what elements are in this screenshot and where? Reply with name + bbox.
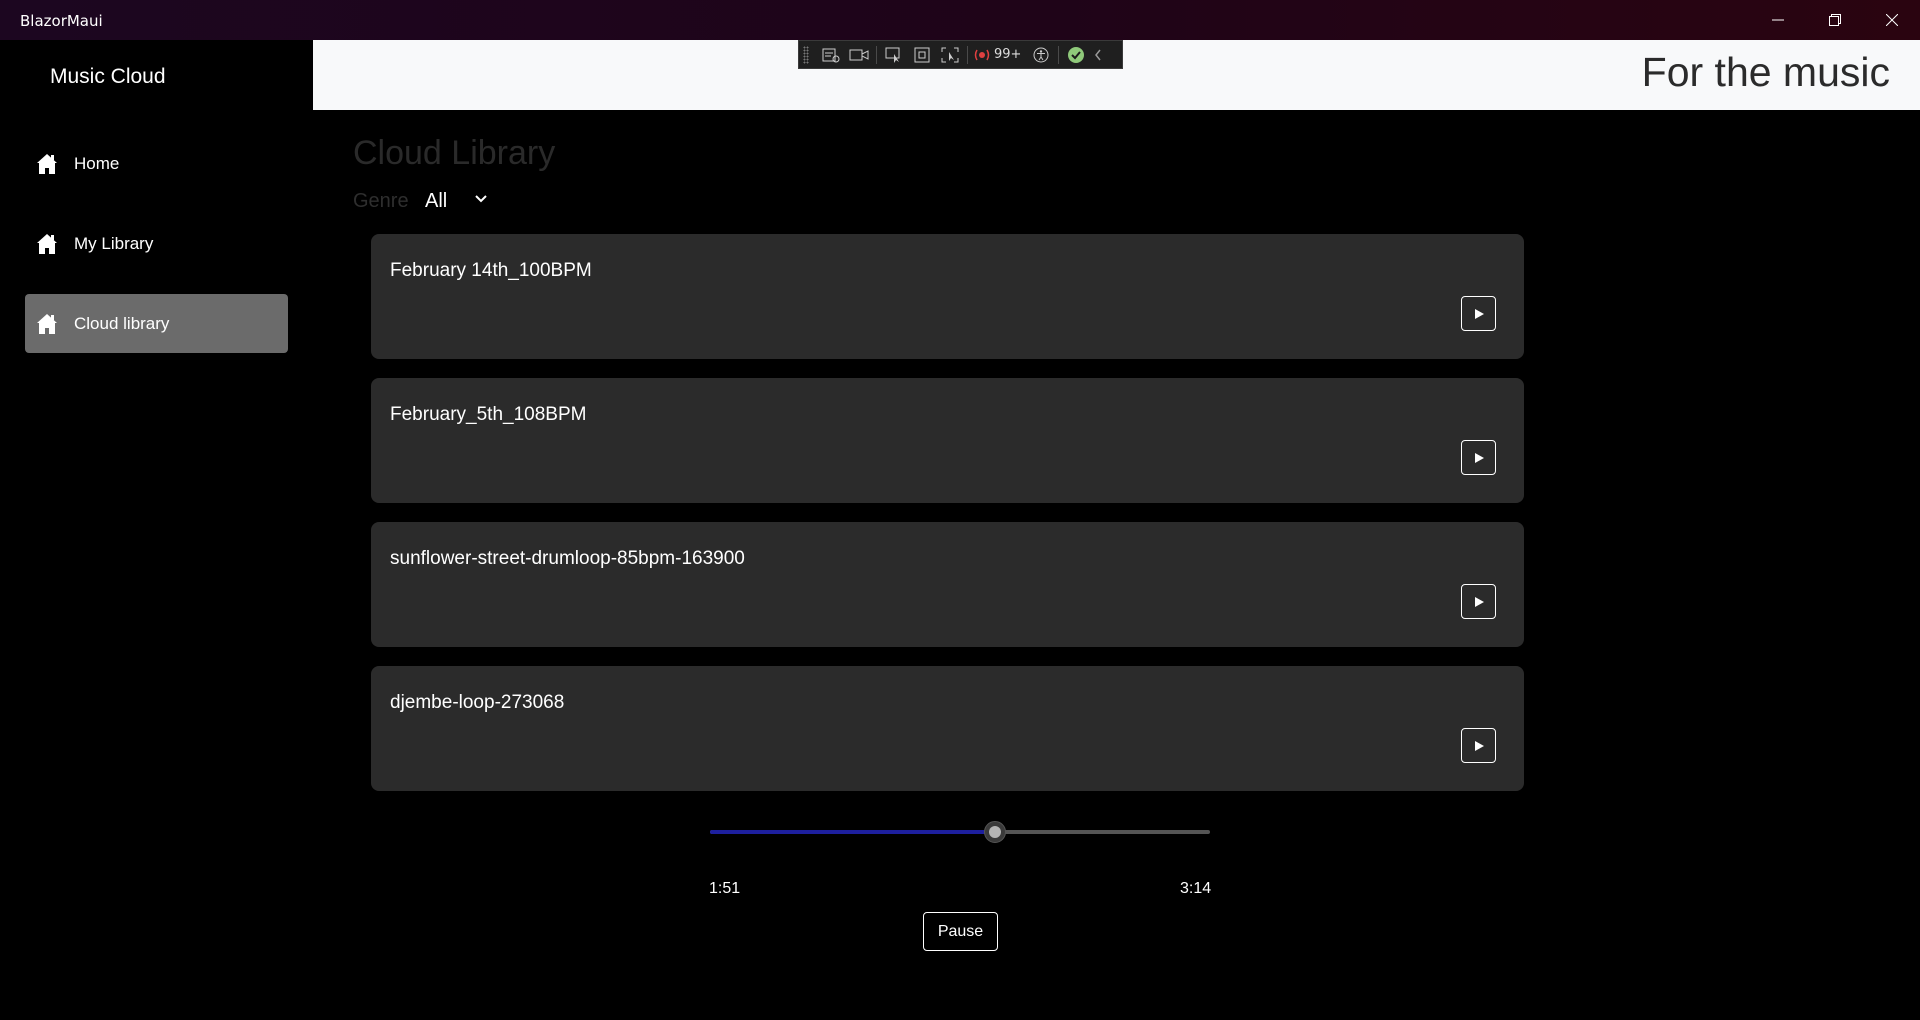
pause-button[interactable]: Pause	[923, 912, 998, 951]
play-icon	[1474, 596, 1484, 607]
collapse-chevron-icon[interactable]	[1090, 43, 1106, 67]
restore-icon	[1828, 14, 1841, 26]
video-camera-icon[interactable]	[845, 43, 873, 67]
window-controls	[1749, 0, 1920, 40]
close-button[interactable]	[1863, 0, 1920, 40]
window-title-bar: BlazorMaui	[0, 0, 1920, 40]
page-title: Cloud Library	[353, 134, 556, 172]
minimize-icon	[1771, 19, 1784, 21]
track-name: February 14th_100BPM	[390, 260, 592, 281]
genre-label: Genre	[353, 190, 409, 212]
window-title: BlazorMaui	[20, 12, 103, 30]
sidebar-item-label: My Library	[74, 233, 154, 253]
sidebar: Music Cloud Home My Library Cloud librar…	[0, 40, 313, 1020]
dev-toolbar: 99+	[798, 40, 1123, 69]
slider-progress-fill	[710, 830, 995, 834]
sidebar-item-home[interactable]: Home	[25, 134, 288, 193]
layout-adorners-icon[interactable]	[908, 43, 936, 67]
play-button[interactable]	[1461, 296, 1496, 331]
toolbar-divider	[1058, 45, 1060, 64]
check-icon[interactable]	[1062, 43, 1090, 67]
total-time: 3:14	[1180, 880, 1212, 897]
slider-thumb[interactable]	[984, 821, 1006, 843]
track-card: February 14th_100BPM	[371, 234, 1524, 359]
track-name: djembe-loop-273068	[390, 692, 565, 713]
genre-select[interactable]: All	[425, 187, 493, 215]
play-button[interactable]	[1461, 440, 1496, 475]
track-card: sunflower-street-drumloop-85bpm-163900	[371, 522, 1524, 647]
track-name: sunflower-street-drumloop-85bpm-163900	[390, 548, 745, 569]
drag-handle-icon[interactable]	[803, 45, 809, 64]
sidebar-item-label: Home	[74, 153, 120, 173]
close-icon	[1885, 14, 1898, 26]
accessibility-icon[interactable]	[1027, 43, 1055, 67]
brand-title[interactable]: Music Cloud	[50, 65, 166, 89]
live-visual-tree-icon[interactable]	[817, 43, 845, 67]
home-icon	[35, 232, 59, 256]
track-card: djembe-loop-273068	[371, 666, 1524, 791]
play-icon	[1474, 308, 1484, 319]
play-icon	[1474, 452, 1484, 463]
play-button[interactable]	[1461, 728, 1496, 763]
home-icon	[35, 312, 59, 336]
play-button[interactable]	[1461, 584, 1496, 619]
chevron-down-icon	[475, 195, 487, 203]
current-time: 1:51	[709, 880, 741, 897]
binding-failures-count: 99+	[994, 47, 1022, 62]
track-focus-icon[interactable]	[936, 43, 964, 67]
header-tagline: For the music	[1641, 49, 1890, 95]
minimize-button[interactable]	[1749, 0, 1806, 40]
track-name: February_5th_108BPM	[390, 404, 587, 425]
playback-slider[interactable]	[710, 820, 1210, 844]
toolbar-divider	[967, 45, 968, 64]
sidebar-item-label: Cloud library	[74, 313, 170, 333]
sidebar-item-cloud-library[interactable]: Cloud library	[25, 294, 288, 353]
toolbar-divider	[876, 45, 877, 64]
home-icon	[35, 152, 59, 176]
binding-failures-icon[interactable]	[971, 43, 993, 67]
restore-button[interactable]	[1806, 0, 1863, 40]
track-card: February_5th_108BPM	[371, 378, 1524, 503]
genre-selected-value: All	[425, 189, 448, 212]
sidebar-item-my-library[interactable]: My Library	[25, 214, 288, 273]
select-element-icon[interactable]	[880, 43, 908, 67]
play-icon	[1474, 740, 1484, 751]
